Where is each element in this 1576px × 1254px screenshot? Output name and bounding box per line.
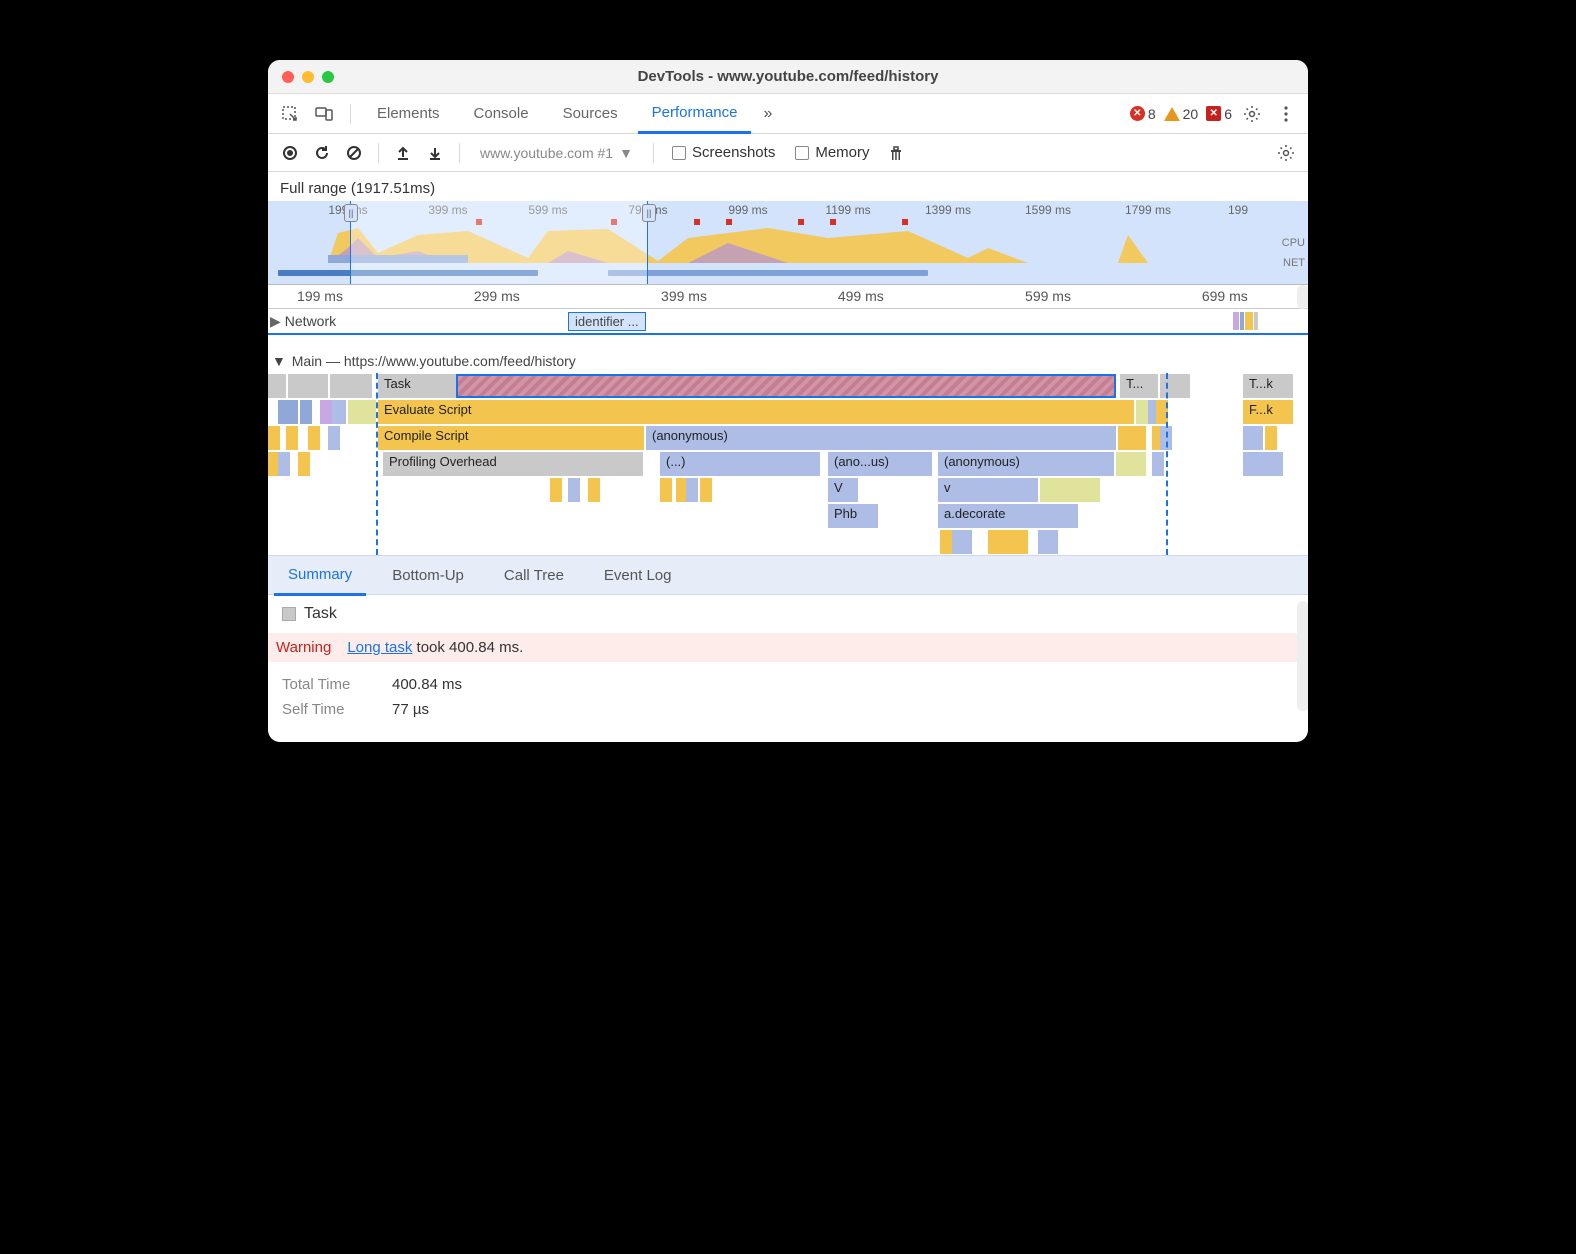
collapse-icon[interactable]: ▼ [272, 353, 288, 369]
titlebar: DevTools - www.youtube.com/feed/history [268, 60, 1308, 94]
summary-scroll-thumb[interactable] [1297, 601, 1308, 711]
panel-tabbar: Elements Console Sources Performance » ✕… [268, 94, 1308, 134]
network-track[interactable]: ▶ Network identifier ... [268, 309, 1308, 335]
upload-button[interactable] [389, 139, 417, 167]
overview-viewport[interactable] [350, 201, 648, 284]
flame-profiling-overhead[interactable]: Profiling Overhead [383, 452, 643, 476]
inspect-icon[interactable] [276, 100, 304, 128]
tab-call-tree[interactable]: Call Tree [490, 555, 578, 595]
flame-V[interactable]: V [828, 478, 858, 502]
tab-elements[interactable]: Elements [363, 94, 454, 134]
memory-checkbox[interactable]: Memory [787, 144, 877, 161]
detail-ruler[interactable]: 199 ms 299 ms 399 ms 499 ms 599 ms 699 m… [268, 285, 1308, 309]
reload-record-button[interactable] [308, 139, 336, 167]
category-swatch [282, 607, 296, 621]
clear-button[interactable] [340, 139, 368, 167]
self-time-value: 77 µs [392, 701, 429, 718]
error-icon: ✕ [1130, 106, 1145, 121]
screenshots-checkbox[interactable]: Screenshots [664, 144, 783, 161]
expand-icon[interactable]: ▶ [268, 313, 285, 330]
total-time-label: Total Time [282, 676, 372, 693]
net-band-2 [608, 270, 928, 276]
warning-icon [1164, 107, 1180, 121]
overview-timeline[interactable]: 199 ms 399 ms 599 ms 799 ms 999 ms 1199 … [268, 201, 1308, 285]
more-tabs-icon[interactable]: » [757, 105, 778, 123]
flame-task[interactable]: Task [378, 374, 456, 398]
warning-count[interactable]: 20 [1164, 106, 1199, 122]
tab-performance[interactable]: Performance [638, 94, 752, 134]
details-tabbar: Summary Bottom-Up Call Tree Event Log [268, 555, 1308, 595]
device-toggle-icon[interactable] [310, 100, 338, 128]
flame-task-2[interactable]: T... [1120, 374, 1158, 398]
target-select[interactable]: www.youtube.com #1 ▼ [470, 145, 643, 161]
flag-count[interactable]: ✕6 [1206, 106, 1232, 122]
flame-evaluate-script[interactable]: Evaluate Script [378, 400, 1134, 424]
error-count[interactable]: ✕8 [1130, 106, 1156, 122]
flame-decorate[interactable]: a.decorate [938, 504, 1078, 528]
window-title: DevTools - www.youtube.com/feed/history [268, 68, 1308, 85]
flame-fk[interactable]: F...k [1243, 400, 1293, 424]
range-label: Full range (1917.51ms) [268, 172, 1308, 201]
network-event-pill[interactable]: identifier ... [568, 312, 646, 331]
overview-side-labels: CPU NET [1282, 233, 1305, 273]
issue-counts: ✕8 20 ✕6 [1130, 106, 1232, 122]
warning-text: Long task took 400.84 ms. [347, 639, 523, 656]
ruler-scroll-thumb[interactable] [1297, 285, 1308, 309]
chevron-down-icon: ▼ [619, 145, 633, 161]
tab-event-log[interactable]: Event Log [590, 555, 686, 595]
flame-compile-script[interactable]: Compile Script [378, 426, 644, 450]
warning-row: Warning Long task took 400.84 ms. [268, 633, 1308, 662]
long-task-link[interactable]: Long task [347, 639, 412, 656]
tab-sources[interactable]: Sources [549, 94, 632, 134]
self-time-label: Self Time [282, 701, 372, 718]
main-track-header[interactable]: ▼ Main — https://www.youtube.com/feed/hi… [268, 347, 1308, 373]
tab-summary[interactable]: Summary [274, 556, 366, 596]
flame-chart[interactable]: Task T... T...k Evaluate Script F...k [268, 373, 1308, 555]
flame-anonymous-2[interactable]: (anonymous) [938, 452, 1114, 476]
capture-settings-icon[interactable] [1272, 139, 1300, 167]
viewport-handle-left[interactable]: || [344, 204, 358, 222]
flame-v[interactable]: v [938, 478, 1038, 502]
warning-label: Warning [276, 639, 331, 656]
tab-console[interactable]: Console [460, 94, 543, 134]
record-button[interactable] [276, 139, 304, 167]
summary-pane: Task Warning Long task took 400.84 ms. T… [268, 595, 1308, 742]
performance-toolbar: www.youtube.com #1 ▼ Screenshots Memory [268, 134, 1308, 172]
flame-paren[interactable]: (...) [660, 452, 820, 476]
collect-garbage-button[interactable] [882, 139, 910, 167]
flame-anous[interactable]: (ano...us) [828, 452, 932, 476]
devtools-window: DevTools - www.youtube.com/feed/history … [268, 60, 1308, 742]
flame-task-selected[interactable] [456, 374, 1116, 398]
total-time-value: 400.84 ms [392, 676, 462, 693]
summary-title: Task [304, 605, 337, 623]
download-button[interactable] [421, 139, 449, 167]
viewport-handle-right[interactable]: || [642, 204, 656, 222]
more-menu-icon[interactable] [1272, 100, 1300, 128]
flame-anonymous-1[interactable]: (anonymous) [646, 426, 1116, 450]
flame-task-3[interactable]: T...k [1243, 374, 1293, 398]
tab-bottom-up[interactable]: Bottom-Up [378, 555, 478, 595]
flag-icon: ✕ [1206, 106, 1221, 121]
settings-icon[interactable] [1238, 100, 1266, 128]
flame-phb[interactable]: Phb [828, 504, 878, 528]
